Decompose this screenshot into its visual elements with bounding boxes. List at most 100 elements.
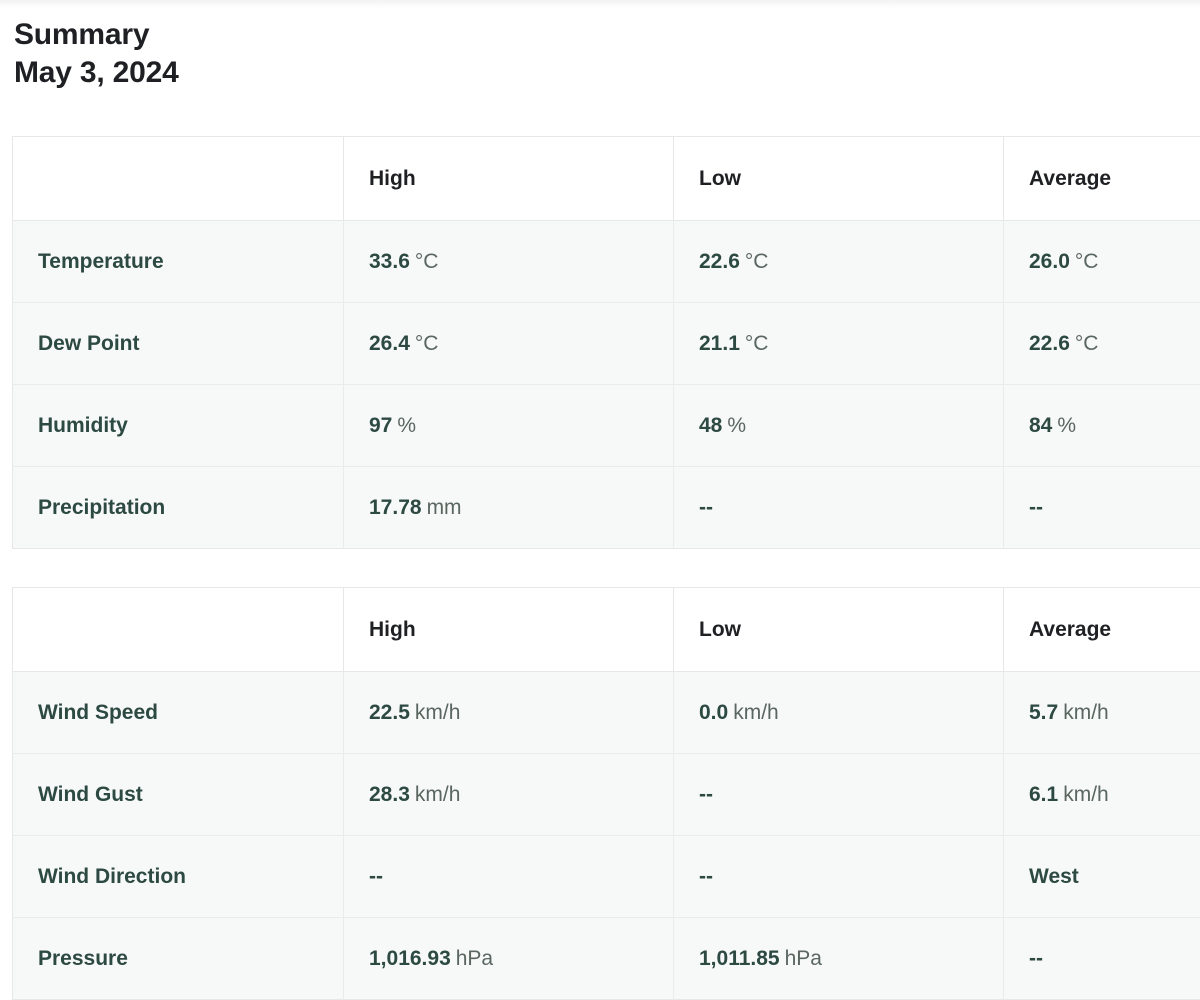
table-row: Dew Point 26.4 °C 21.1 °C 22.6 °C [12,302,1200,385]
conditions-table-head: High Low Average [12,136,1200,221]
cell-precipitation-high: 17.78 mm [343,466,674,549]
cell-temperature-high: 33.6 °C [343,220,674,303]
conditions-table-body: Temperature 33.6 °C 22.6 °C 26.0 °C Dew Poi… [12,220,1200,549]
column-header-blank [12,587,344,672]
summary-heading: Summary [14,18,150,51]
row-label-precipitation: Precipitation [12,466,344,549]
unit: km/h [414,782,461,806]
cell-humidity-low: 48% [673,384,1004,467]
column-header-average: Average [1003,587,1200,672]
wind-pressure-table: High Low Average Wind Speed 22.5 km/h 0.0… [12,587,1200,1000]
unit: % [727,413,747,437]
table-row: Wind Direction -- -- West [12,835,1200,918]
cell-wind-direction-average: West [1003,835,1200,918]
value-placeholder: -- [699,495,713,519]
row-label-temperature: Temperature [12,220,344,303]
wind-pressure-table-body: Wind Speed 22.5 km/h 0.0 km/h 5.7 km/h Wind… [12,671,1200,1000]
conditions-table: High Low Average Temperature 33.6 °C 22.6… [12,136,1200,549]
value: 28.3 [369,782,410,806]
unit: °C [744,331,769,355]
table-row: Wind Speed 22.5 km/h 0.0 km/h 5.7 km/h [12,671,1200,754]
row-label-dew-point: Dew Point [12,302,344,385]
cell-pressure-low: 1,011.85 hPa [673,917,1004,1000]
column-header-low: Low [673,136,1004,221]
value: 26.0 [1029,249,1070,273]
row-label-wind-gust: Wind Gust [12,753,344,836]
column-header-low: Low [673,587,1004,672]
cell-wind-speed-average: 5.7 km/h [1003,671,1200,754]
table-header-row: High Low Average [12,136,1200,221]
value-placeholder: -- [699,864,713,888]
value: 17.78 [369,495,422,519]
cell-temperature-low: 22.6 °C [673,220,1004,303]
page-top-edge [0,0,1200,8]
unit: km/h [1063,782,1109,806]
value-placeholder: -- [699,782,713,806]
cell-wind-gust-low: -- [673,753,1004,836]
value-placeholder: -- [369,864,383,888]
table-row: Humidity 97% 48% 84% [12,384,1200,467]
value: 48 [699,413,723,437]
value: 1,011.85 [699,946,780,970]
unit: km/h [414,700,461,724]
wind-pressure-table-head: High Low Average [12,587,1200,672]
cell-humidity-average: 84% [1003,384,1200,467]
table-row: Wind Gust 28.3 km/h -- 6.1 km/h [12,753,1200,836]
value: 97 [369,413,393,437]
value: 6.1 [1029,782,1059,806]
unit: °C [744,249,769,273]
value: 5.7 [1029,700,1059,724]
value-placeholder: -- [1029,495,1043,519]
unit: km/h [733,700,779,724]
table-row: Precipitation 17.78 mm -- -- [12,466,1200,549]
cell-dew-point-average: 22.6 °C [1003,302,1200,385]
cell-humidity-high: 97% [343,384,674,467]
table-row: Temperature 33.6 °C 22.6 °C 26.0 °C [12,220,1200,303]
unit: hPa [455,946,494,970]
cell-wind-direction-high: -- [343,835,674,918]
value: 33.6 [369,249,410,273]
value-placeholder: -- [1029,946,1043,970]
cell-precipitation-low: -- [673,466,1004,549]
cell-wind-gust-high: 28.3 km/h [343,753,674,836]
page-title: Summary May 3, 2024 [14,16,179,93]
row-label-humidity: Humidity [12,384,344,467]
cell-temperature-average: 26.0 °C [1003,220,1200,303]
value: 22.6 [699,249,740,273]
column-header-high: High [343,587,674,672]
value: 1,016.93 [369,946,451,970]
unit: hPa [784,946,822,970]
unit: % [397,413,417,437]
value: 0.0 [699,700,729,724]
column-header-average: Average [1003,136,1200,221]
value: 84 [1029,413,1053,437]
row-label-wind-speed: Wind Speed [12,671,344,754]
unit: % [1057,413,1077,437]
table-row: Pressure 1,016.93 hPa 1,011.85 hPa -- [12,917,1200,1000]
unit: °C [414,331,439,355]
value: 22.5 [369,700,410,724]
cell-wind-direction-low: -- [673,835,1004,918]
unit: °C [1074,331,1099,355]
unit: °C [414,249,439,273]
value: 21.1 [699,331,740,355]
cell-wind-gust-average: 6.1 km/h [1003,753,1200,836]
value: West [1029,864,1079,888]
value: 26.4 [369,331,410,355]
cell-pressure-high: 1,016.93 hPa [343,917,674,1000]
unit: °C [1074,249,1099,273]
cell-wind-speed-high: 22.5 km/h [343,671,674,754]
cell-dew-point-high: 26.4 °C [343,302,674,385]
column-header-blank [12,136,344,221]
cell-precipitation-average: -- [1003,466,1200,549]
summary-tables: High Low Average Temperature 33.6 °C 22.6… [12,136,1200,1000]
unit: mm [426,495,462,519]
unit: km/h [1063,700,1109,724]
value: 22.6 [1029,331,1070,355]
row-label-pressure: Pressure [12,917,344,1000]
cell-wind-speed-low: 0.0 km/h [673,671,1004,754]
column-header-high: High [343,136,674,221]
summary-page: Summary May 3, 2024 High Low Average Tem… [0,0,1200,1000]
row-label-wind-direction: Wind Direction [12,835,344,918]
cell-dew-point-low: 21.1 °C [673,302,1004,385]
